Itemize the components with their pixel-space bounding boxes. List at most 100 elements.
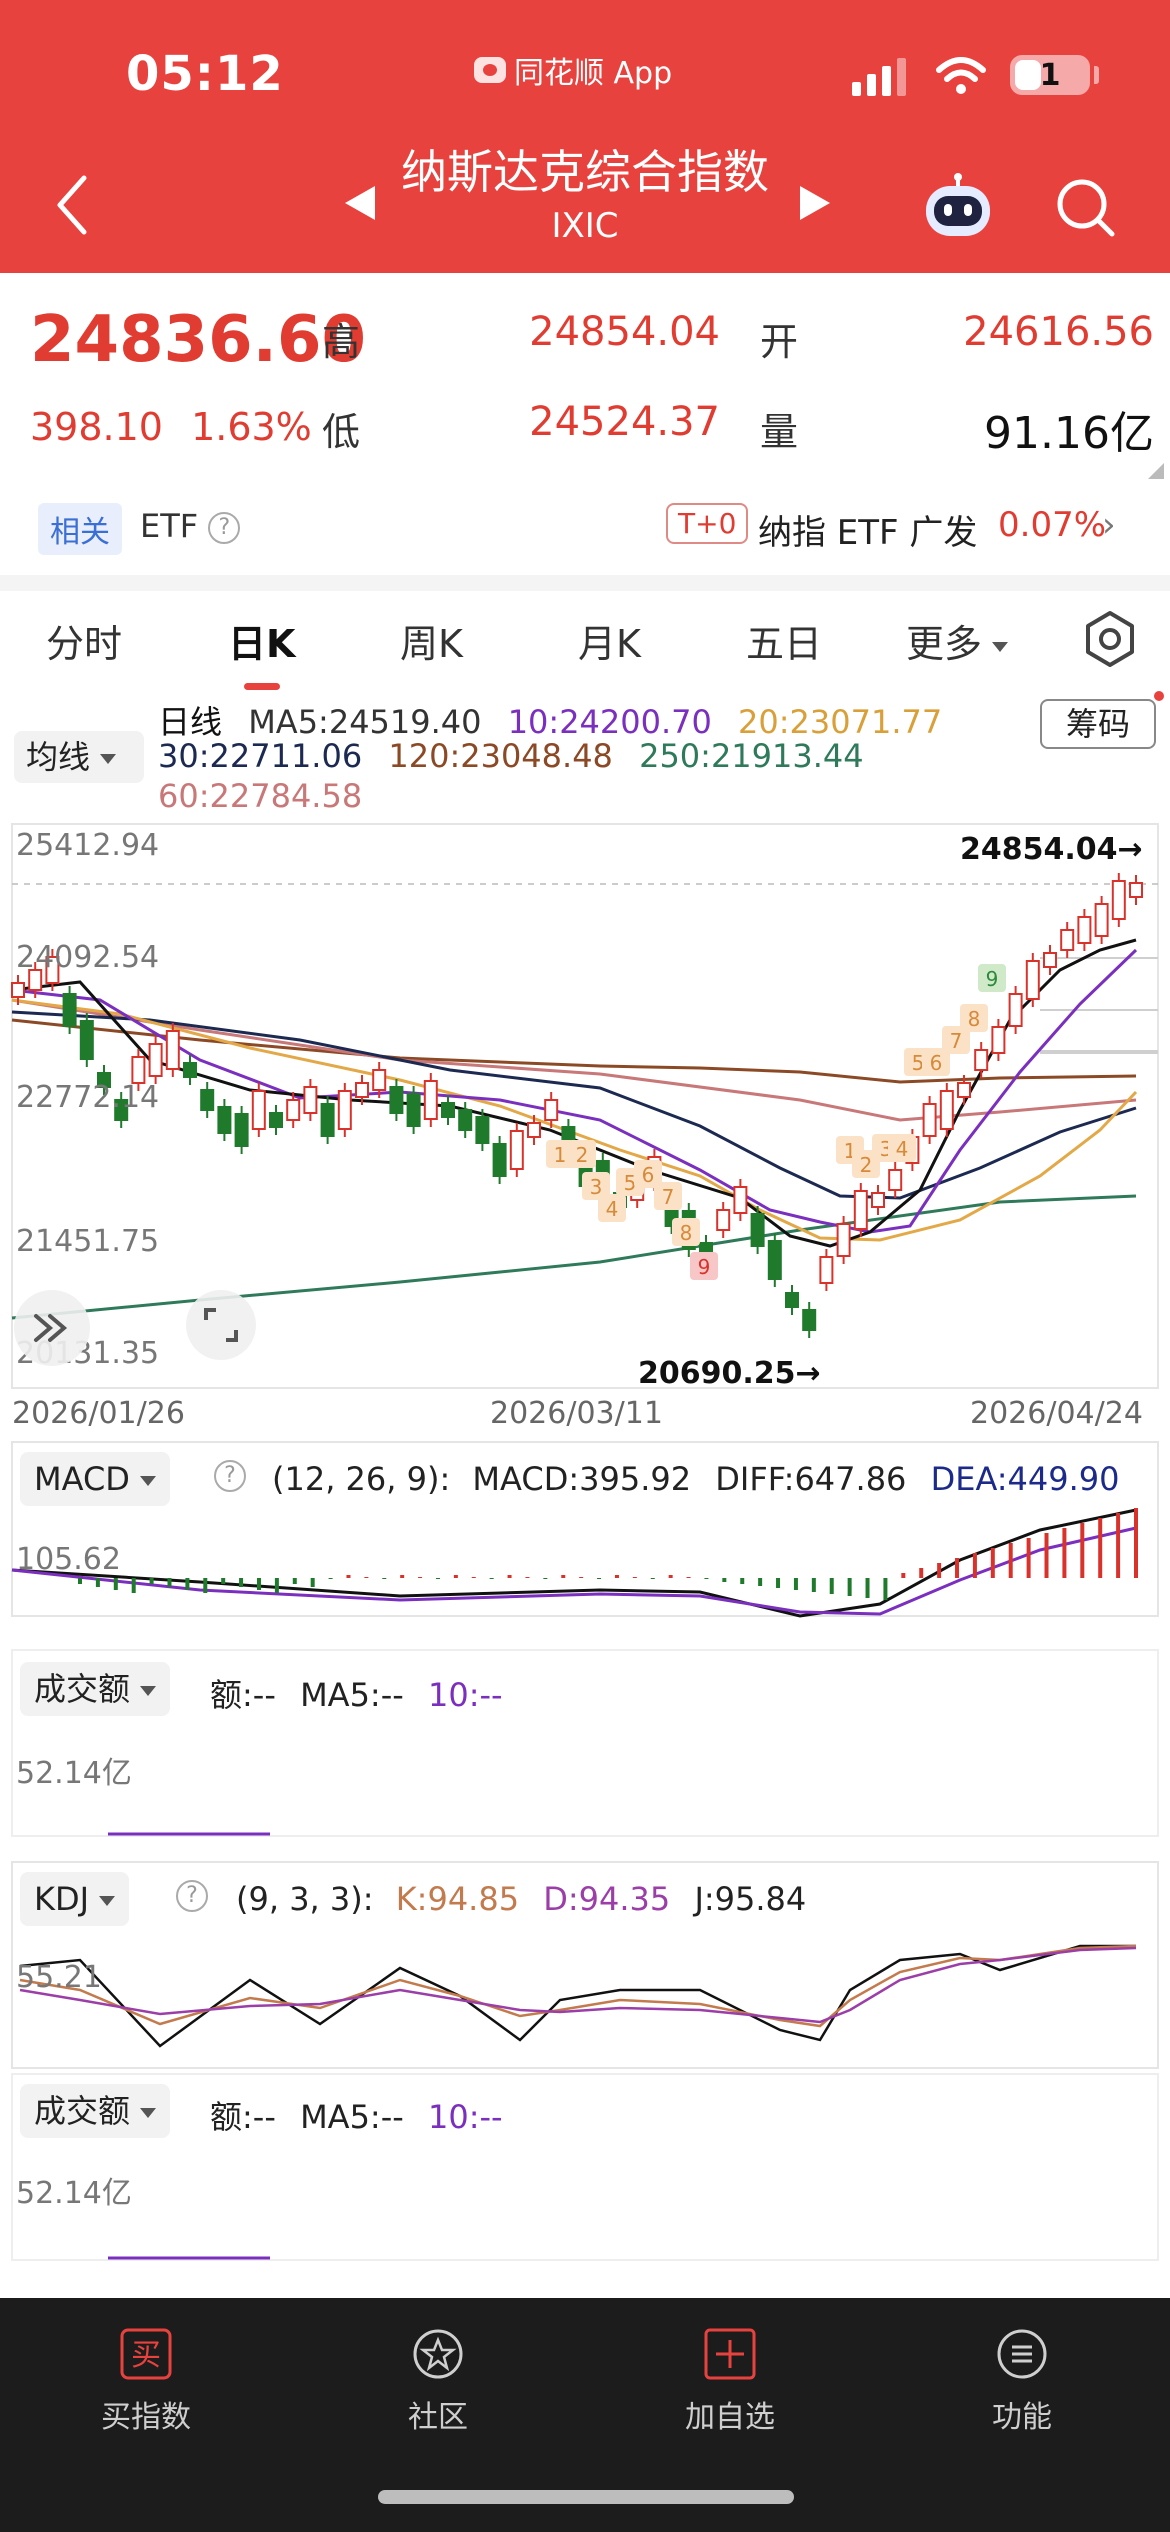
td-count-box bbox=[922, 1048, 950, 1076]
turnover-selector-label: 成交额 bbox=[34, 1670, 131, 1708]
kdj-selector[interactable]: KDJ bbox=[20, 1872, 130, 1926]
chip-distribution-button[interactable]: 筹码 bbox=[1040, 699, 1156, 749]
index-title: 纳斯达克综合指数 bbox=[401, 145, 769, 199]
header-bar: 05:12 同花顺 App 1 纳斯达克综合指数 IXIC bbox=[0, 0, 1170, 273]
td-count-label: 4 bbox=[606, 1197, 619, 1221]
nav-community[interactable]: 社区 bbox=[348, 2328, 528, 2436]
macd-bar bbox=[364, 1577, 369, 1578]
macd-bar bbox=[668, 1575, 673, 1578]
td-count-label: 7 bbox=[662, 1185, 675, 1209]
macd-bar bbox=[722, 1578, 727, 1582]
volume-value: 91.16亿 bbox=[984, 408, 1154, 459]
high-value: 24854.04 bbox=[529, 309, 720, 355]
td-count-label: 3 bbox=[590, 1175, 603, 1199]
td-count-label: 6 bbox=[930, 1051, 943, 1075]
macd-bar bbox=[328, 1578, 333, 1579]
candle-body bbox=[527, 1122, 541, 1138]
macd-bar bbox=[686, 1577, 691, 1578]
candle-body bbox=[251, 1090, 266, 1130]
turnover2-header: 成交额 额:-- MA5:-- 10:-- bbox=[0, 2080, 1170, 2140]
ma30-value: 30:22711.06 bbox=[158, 737, 363, 775]
help-icon[interactable]: ? bbox=[176, 1880, 208, 1912]
period-tabs: 分时 日K 周K 月K 五日 更多 bbox=[0, 591, 1170, 691]
next-index-icon[interactable] bbox=[800, 186, 830, 220]
candle-body bbox=[699, 1242, 713, 1258]
tab-daily-k[interactable]: 日K bbox=[228, 613, 295, 668]
candle-body bbox=[372, 1069, 387, 1091]
expand-corner-icon[interactable] bbox=[1146, 461, 1166, 481]
battery-level: 1 bbox=[1039, 57, 1061, 93]
home-indicator bbox=[378, 2490, 794, 2504]
macd-bar bbox=[239, 1578, 244, 1587]
candle-body bbox=[1008, 993, 1023, 1027]
robot-assistant-icon[interactable] bbox=[918, 172, 998, 242]
back-to-app[interactable]: 同花顺 App bbox=[474, 48, 672, 92]
ma-legend: 均线 日线 MA5:24519.40 10:24200.70 20:23071.… bbox=[0, 691, 1170, 821]
macd-bar bbox=[525, 1577, 530, 1578]
turnover2-selector[interactable]: 成交额 bbox=[20, 2084, 171, 2138]
candle-body bbox=[974, 1049, 989, 1071]
td-count-box bbox=[888, 1134, 916, 1162]
macd-selector-label: MACD bbox=[34, 1460, 130, 1498]
related-etf-row[interactable]: 相关 ETF ? T+0 纳指 ETF 广发 0.07% › bbox=[0, 493, 1170, 559]
nav-buy-index[interactable]: 买 买指数 bbox=[56, 2328, 236, 2436]
tab-intraday[interactable]: 分时 bbox=[46, 613, 122, 668]
macd-bar bbox=[847, 1578, 852, 1596]
macd-bar bbox=[78, 1578, 82, 1584]
nav-label: 加自选 bbox=[685, 2400, 775, 2435]
back-arrow-icon[interactable] bbox=[50, 172, 94, 238]
td-count-label: 7 bbox=[950, 1029, 963, 1053]
fullscreen-button[interactable] bbox=[186, 1290, 256, 1360]
chevron-right-icon: › bbox=[1102, 505, 1116, 545]
price-axis-label: 22772.14 bbox=[16, 1080, 160, 1115]
macd-selector[interactable]: MACD bbox=[20, 1452, 170, 1506]
help-icon[interactable]: ? bbox=[208, 512, 241, 544]
macd-bar bbox=[632, 1577, 637, 1578]
tab-weekly-k[interactable]: 周K bbox=[400, 613, 463, 668]
macd-bar bbox=[740, 1578, 745, 1584]
macd-bar bbox=[418, 1577, 423, 1578]
td-count-box bbox=[852, 1150, 880, 1178]
help-icon[interactable]: ? bbox=[214, 1460, 246, 1492]
macd-bar bbox=[292, 1578, 297, 1584]
nav-add-watchlist[interactable]: 加自选 bbox=[640, 2328, 820, 2436]
macd-bar bbox=[221, 1578, 226, 1584]
macd-bar bbox=[1116, 1513, 1121, 1578]
kdj-header: KDJ ? (9, 3, 3): K:94.85 D:94.35 J:95.84 bbox=[0, 1868, 1170, 1928]
section-divider bbox=[0, 575, 1170, 591]
nav-functions[interactable]: 功能 bbox=[932, 2328, 1112, 2436]
candle-body bbox=[1025, 960, 1040, 1000]
tab-monthly-k[interactable]: 月K bbox=[578, 613, 641, 668]
macd-bar bbox=[310, 1578, 315, 1587]
kdj-j-value: J:95.84 bbox=[694, 1880, 807, 1918]
collapse-panel-button[interactable] bbox=[14, 1290, 90, 1366]
candle-body bbox=[836, 1223, 851, 1257]
macd-bar bbox=[203, 1578, 208, 1593]
ma-selector[interactable]: 均线 bbox=[14, 731, 144, 783]
battery-tip bbox=[1094, 66, 1099, 84]
macd-bar bbox=[919, 1568, 924, 1578]
macd-bar bbox=[471, 1577, 476, 1578]
tab-five-day[interactable]: 五日 bbox=[746, 613, 822, 668]
macd-bar bbox=[453, 1575, 458, 1578]
search-icon[interactable] bbox=[1052, 174, 1118, 240]
macd-bar bbox=[185, 1578, 190, 1590]
candle-body bbox=[750, 1213, 765, 1247]
macd-axis-label: 105.62 bbox=[16, 1542, 121, 1577]
candle-body bbox=[664, 1193, 679, 1227]
candle-body bbox=[957, 1082, 971, 1098]
macd-bar bbox=[937, 1563, 942, 1578]
index-code: IXIC bbox=[551, 206, 619, 246]
macd-value: MACD:395.92 bbox=[472, 1460, 692, 1498]
kdj-k-value: K:94.85 bbox=[395, 1880, 520, 1918]
settings-icon[interactable] bbox=[1080, 609, 1140, 669]
turnover-selector[interactable]: 成交额 bbox=[20, 1662, 171, 1716]
macd-bar bbox=[131, 1578, 136, 1593]
buy-icon-glyph: 买 bbox=[131, 2338, 161, 2373]
nav-label: 买指数 bbox=[101, 2400, 191, 2435]
date-axis-label: 2026/01/26 bbox=[12, 1396, 185, 1431]
tab-more[interactable]: 更多 bbox=[906, 613, 1009, 668]
candle-body bbox=[183, 1062, 197, 1078]
td-count-label: 5 bbox=[624, 1171, 637, 1195]
etf-percent: 0.07% bbox=[998, 505, 1107, 545]
